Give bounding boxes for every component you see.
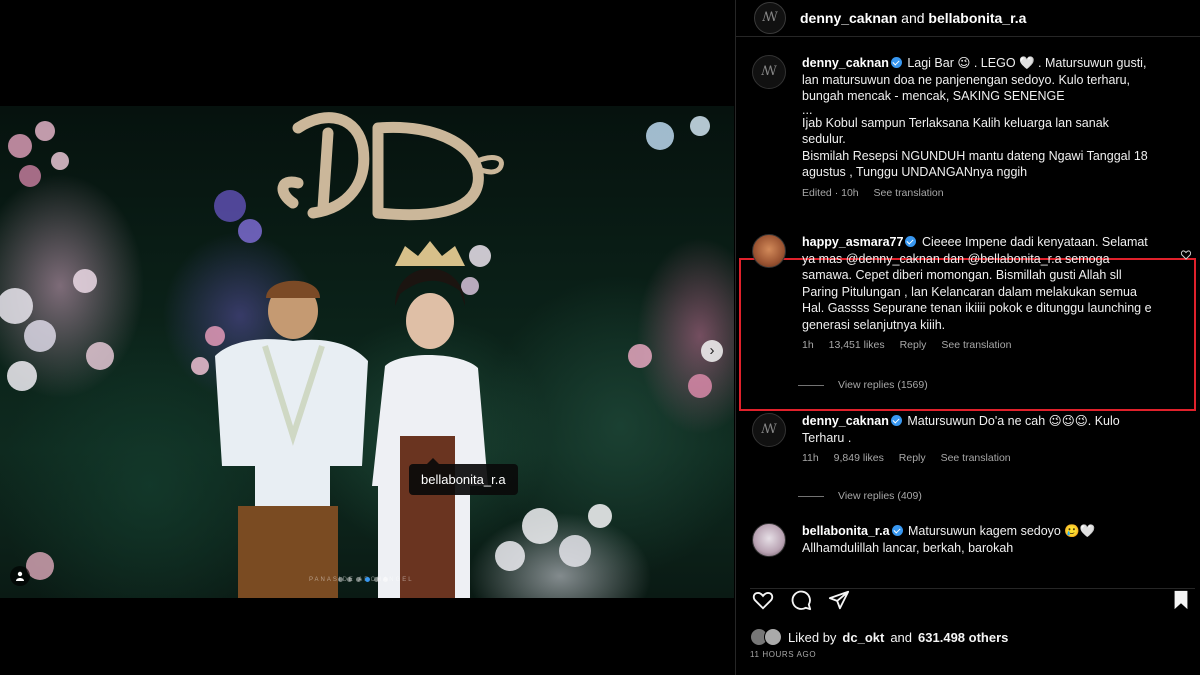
author-link[interactable]: denny_caknan <box>800 10 897 26</box>
see-translation-link[interactable]: See translation <box>874 187 944 199</box>
liker-avatar <box>764 628 782 646</box>
carousel-dots <box>338 577 388 582</box>
post-authors: denny_caknan and bellabonita_r.a <box>800 10 1026 26</box>
comment-item: ꟿ denny_caknan Matursuwun Do'a ne cah 😉😉… <box>752 413 1191 467</box>
comment-text: Cieeee Impene dadi kenyataan. Selamat ya… <box>802 235 1152 332</box>
comment-text-line: Ijab Kobul sampun Terlaksana Kalih kelua… <box>802 115 1109 147</box>
avatar[interactable]: ꟿ <box>752 413 786 447</box>
verified-icon <box>890 415 902 426</box>
share-icon[interactable] <box>828 589 850 611</box>
comment-time: 11h <box>802 452 819 464</box>
comment-meta: 11h 9,849 likes Reply See translation <box>802 450 1154 467</box>
comment-body: happy_asmara77 Cieeee Impene dadi kenyat… <box>802 234 1154 354</box>
heart-icon[interactable] <box>752 589 774 611</box>
comment-body: bellabonita_r.a Matursuwun kagem sedoyo … <box>802 523 1154 557</box>
post-panel: ꟿ denny_caknan and bellabonita_r.a ꟿ den… <box>735 0 1200 675</box>
monogram-icon: ꟿ <box>761 422 777 437</box>
action-bar <box>750 588 1195 615</box>
tagged-users-button[interactable] <box>10 566 30 586</box>
reply-button[interactable]: Reply <box>900 339 927 351</box>
view-replies-label: View replies (409) <box>838 490 922 502</box>
post-header: ꟿ denny_caknan and bellabonita_r.a <box>736 0 1200 37</box>
see-translation-link[interactable]: See translation <box>941 452 1011 464</box>
post-media[interactable]: bellabonita_r.a › PANASIDE ARCHANGEL <box>0 106 734 598</box>
verified-icon <box>890 57 902 68</box>
comment-meta: Edited · 10h See translation <box>802 185 1154 202</box>
monogram-icon: ꟿ <box>762 10 778 25</box>
view-replies-button[interactable]: View replies (409) <box>798 490 922 502</box>
divider-line <box>798 384 824 386</box>
monogram-icon: ꟿ <box>761 64 777 79</box>
caption: ꟿ denny_caknan Lagi Bar 😉 . LEGO 🤍 . Mat… <box>752 55 1191 201</box>
liker-link[interactable]: dc_okt <box>842 630 884 645</box>
user-tag-label: bellabonita_r.a <box>421 472 506 487</box>
liked-by-label: Liked by <box>788 629 837 645</box>
comment-time: 1h <box>802 339 814 351</box>
see-translation-link[interactable]: See translation <box>941 339 1011 351</box>
verified-icon <box>891 525 903 536</box>
others-link[interactable]: 631.498 others <box>918 630 1008 645</box>
carousel-dot <box>383 577 388 582</box>
comment-item: happy_asmara77 Cieeee Impene dadi kenyat… <box>752 234 1191 354</box>
user-tag[interactable]: bellabonita_r.a <box>409 458 518 495</box>
comment-text-line: ... <box>802 102 813 117</box>
couple-photo <box>0 116 712 598</box>
comment-text: Matursuwun kagem sedoyo 🥲🤍 <box>908 524 1096 538</box>
like-heart-icon[interactable] <box>1181 250 1191 260</box>
post-timestamp: 11 HOURS AGO <box>750 650 817 659</box>
avatar[interactable] <box>752 234 786 268</box>
comment-username[interactable]: denny_caknan <box>802 414 889 428</box>
comment-body: denny_caknan Matursuwun Do'a ne cah 😉😉😉.… <box>802 413 1154 467</box>
person-icon <box>16 571 24 581</box>
view-replies-button[interactable]: View replies (1569) <box>798 379 928 391</box>
chevron-right-icon: › <box>709 342 715 359</box>
comment-item: bellabonita_r.a Matursuwun kagem sedoyo … <box>752 523 1191 557</box>
next-slide-button[interactable]: › <box>701 340 723 362</box>
reply-button[interactable]: Reply <box>899 452 926 464</box>
comment-text-line: Bismilah Resepsi NGUNDUH mantu dateng Ng… <box>802 148 1148 180</box>
and-label: and <box>890 629 913 645</box>
view-replies-label: View replies (1569) <box>838 379 928 391</box>
bookmark-icon[interactable] <box>1170 589 1192 611</box>
edited-label: Edited · 10h <box>802 186 859 199</box>
likes-summary: Liked by dc_okt and 631.498 others <box>750 628 1008 646</box>
carousel-dot <box>374 577 379 582</box>
avatar[interactable] <box>752 523 786 557</box>
comment-icon[interactable] <box>790 589 812 611</box>
carousel-dot-active <box>365 577 370 582</box>
comment-text-line: Allhamdulillah lancar, berkah, barokah <box>802 540 1014 555</box>
coauthor-link[interactable]: bellabonita_r.a <box>928 10 1026 26</box>
author-conjunction: and <box>901 10 925 26</box>
carousel-dot <box>356 577 361 582</box>
caption-body: denny_caknan Lagi Bar 😉 . LEGO 🤍 . Matur… <box>802 55 1154 201</box>
avatar[interactable]: ꟿ <box>754 2 786 34</box>
verified-icon <box>905 236 917 247</box>
carousel-dot <box>347 577 352 582</box>
like-count[interactable]: 13,451 likes <box>829 339 885 351</box>
carousel-dot <box>338 577 343 582</box>
comment-username[interactable]: happy_asmara77 <box>802 235 903 249</box>
divider-line <box>798 495 824 497</box>
like-count[interactable]: 9,849 likes <box>834 452 884 464</box>
comment-username[interactable]: bellabonita_r.a <box>802 524 890 538</box>
avatar[interactable]: ꟿ <box>752 55 786 89</box>
comment-meta: 1h 13,451 likes Reply See translation <box>802 337 1154 354</box>
comment-username[interactable]: denny_caknan <box>802 56 889 70</box>
